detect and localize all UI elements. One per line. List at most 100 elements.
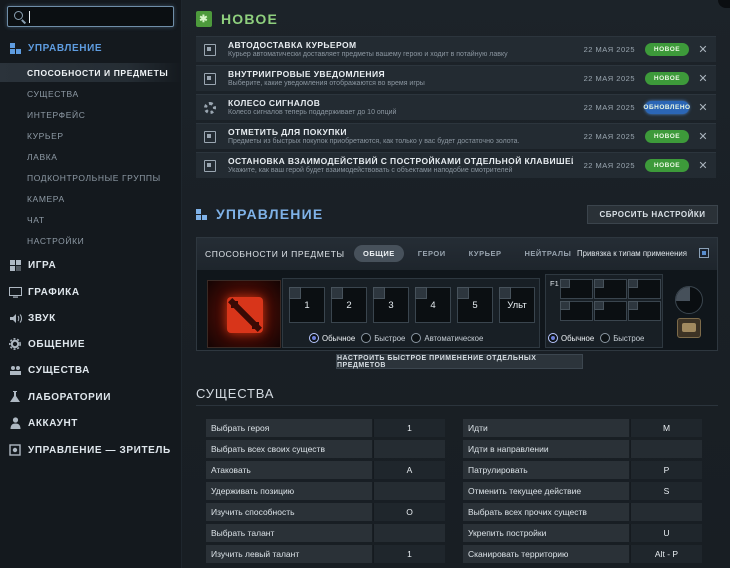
sidebar-item-abilities[interactable]: Способности и предметы xyxy=(0,63,182,82)
inventory-slot[interactable] xyxy=(628,279,661,299)
sidebar-section-label: Общение xyxy=(28,338,86,350)
slot-mini xyxy=(331,287,343,299)
news-date: 22 мая 2025 xyxy=(583,74,635,83)
sidebar-section-controls[interactable]: Управление xyxy=(0,37,182,59)
configure-quickcast-button[interactable]: Настроить быстрое применение отдельных п… xyxy=(336,354,583,369)
hotkey-binding-button[interactable]: S xyxy=(630,482,702,500)
ability-slot-ultimate[interactable]: Ульт xyxy=(499,287,535,323)
news-item[interactable]: Колесо сигналов Колесо сигналов теперь п… xyxy=(196,94,716,120)
close-icon[interactable]: ✕ xyxy=(698,159,708,172)
tab-heroes[interactable]: Герои xyxy=(409,245,455,262)
inventory-slot[interactable] xyxy=(594,301,627,321)
settings-sidebar: Управление Способности и предметы Сущест… xyxy=(0,0,182,568)
hotkey-label: Изучить способность xyxy=(206,503,372,521)
sidebar-item-courier[interactable]: Курьер xyxy=(0,126,182,145)
cast-mode-quick-radio[interactable] xyxy=(361,333,372,343)
toggle-icon xyxy=(204,130,216,143)
ability-slot-3[interactable]: 3 xyxy=(373,287,409,323)
sidebar-item-units[interactable]: Существа xyxy=(0,84,182,103)
sidebar-section-game[interactable]: Игра xyxy=(0,254,182,276)
inventory-mode-quick-label: Быстрое xyxy=(613,333,645,343)
status-badge: Новое xyxy=(645,72,689,85)
sidebar-section-graphics[interactable]: Графика xyxy=(0,281,182,303)
neutral-item-slot[interactable] xyxy=(675,286,703,314)
ability-slot-1[interactable]: 1 xyxy=(289,287,325,323)
inventory-slot[interactable] xyxy=(628,301,661,321)
close-icon[interactable]: ✕ xyxy=(698,130,708,143)
hotkey-row: Сканировать территорию Alt - P xyxy=(463,545,711,563)
hotkey-binding-button[interactable] xyxy=(373,524,445,542)
ability-slot-2[interactable]: 2 xyxy=(331,287,367,323)
tab-courier[interactable]: Курьер xyxy=(460,245,511,262)
hotkey-binding-button[interactable]: M xyxy=(630,419,702,437)
sidebar-item-settings[interactable]: Настройки xyxy=(0,231,182,250)
sidebar-section-social[interactable]: Общение xyxy=(0,333,182,355)
close-icon[interactable]: ✕ xyxy=(698,101,708,114)
tab-general[interactable]: Общие xyxy=(354,245,404,262)
sidebar-item-shop[interactable]: Лавка xyxy=(0,147,182,166)
inventory-mode-normal-radio[interactable] xyxy=(548,333,558,343)
reset-settings-button[interactable]: Сбросить настройки xyxy=(587,205,718,224)
news-text: Колесо сигналов Колесо сигналов теперь п… xyxy=(228,98,573,117)
sidebar-section-label: Аккаунт xyxy=(28,417,79,429)
close-icon[interactable]: ✕ xyxy=(698,72,708,85)
sidebar-item-camera[interactable]: Камера xyxy=(0,189,182,208)
hotkey-binding-button[interactable] xyxy=(373,482,445,500)
ability-slot-4[interactable]: 4 xyxy=(415,287,451,323)
dota-logo xyxy=(227,297,263,333)
sidebar-item-interface[interactable]: Интерфейс xyxy=(0,105,182,124)
sidebar-section-account[interactable]: Аккаунт xyxy=(0,412,182,434)
hotkey-label: Удерживать позицию xyxy=(206,482,372,500)
sidebar-section-units[interactable]: Существа xyxy=(0,359,182,381)
inventory-slot[interactable] xyxy=(560,279,593,299)
news-description: Колесо сигналов теперь поддерживает до 1… xyxy=(228,109,397,116)
slot-key: 5 xyxy=(472,300,478,311)
news-item[interactable]: Отметить для покупки Предметы из быстрых… xyxy=(196,123,716,149)
hotkey-binding-button[interactable]: O xyxy=(373,503,445,521)
slot-mini xyxy=(499,287,511,299)
hotkey-row: Выбрать всех прочих существ xyxy=(463,503,711,521)
ability-slot-5[interactable]: 5 xyxy=(457,287,493,323)
cast-mode-auto-radio[interactable] xyxy=(411,333,422,343)
hotkey-row: Выбрать героя 1 xyxy=(206,419,454,437)
inventory-slot[interactable] xyxy=(594,279,627,299)
hotkey-binding-button[interactable]: U xyxy=(630,524,702,542)
hotkey-binding-button[interactable] xyxy=(373,440,445,458)
slot-mini xyxy=(594,301,604,310)
sidebar-item-control-groups[interactable]: Подконтрольные группы xyxy=(0,168,182,187)
hotkey-binding-button[interactable]: P xyxy=(630,461,702,479)
inventory-mode-quick-radio[interactable] xyxy=(600,333,611,343)
search-input[interactable] xyxy=(7,6,174,27)
hotkey-binding-button[interactable]: 1 xyxy=(373,419,445,437)
flask-icon xyxy=(8,390,22,404)
sidebar-section-label: Управление xyxy=(28,42,103,54)
sidebar-section-spectator-controls[interactable]: Управление — зритель xyxy=(0,439,182,461)
slot-key: 1 xyxy=(304,300,310,311)
hotkey-binding-button[interactable]: Alt - P xyxy=(630,545,702,563)
text-caret xyxy=(29,11,30,23)
slot-mini xyxy=(457,287,469,299)
tp-scroll-icon[interactable] xyxy=(677,318,701,338)
close-icon[interactable]: ✕ xyxy=(698,43,708,56)
news-description: Курьер автоматически доставляет предметы… xyxy=(228,51,508,58)
cast-mode-normal-radio[interactable] xyxy=(309,333,319,343)
tab-neutrals[interactable]: Нейтралы xyxy=(515,245,580,262)
hotkey-label: Идти xyxy=(463,419,629,437)
news-item[interactable]: Остановка взаимодействий с постройками о… xyxy=(196,152,716,178)
sidebar-section-sound[interactable]: Звук xyxy=(0,307,182,329)
sidebar-item-chat[interactable]: Чат xyxy=(0,210,182,229)
hero-portrait xyxy=(207,280,281,348)
abilities-tabs: Общие Герои Курьер Нейтралы xyxy=(354,245,585,262)
bind-to-cast-type-checkbox[interactable] xyxy=(699,248,709,258)
sidebar-section-labs[interactable]: Лаборатории xyxy=(0,386,182,408)
slot-mini xyxy=(560,301,570,310)
hotkey-binding-button[interactable] xyxy=(630,503,702,521)
hotkey-binding-button[interactable]: 1 xyxy=(373,545,445,563)
cast-mode-auto-label: Автоматическое xyxy=(424,333,484,343)
inventory-slot[interactable] xyxy=(560,301,593,321)
hotkey-binding-button[interactable] xyxy=(630,440,702,458)
slot-key: Ульт xyxy=(507,300,527,311)
news-item[interactable]: Внутриигровые уведомления Выберите, каки… xyxy=(196,65,716,91)
hotkey-binding-button[interactable]: A xyxy=(373,461,445,479)
news-item[interactable]: Автодоставка курьером Курьер автоматичес… xyxy=(196,36,716,62)
